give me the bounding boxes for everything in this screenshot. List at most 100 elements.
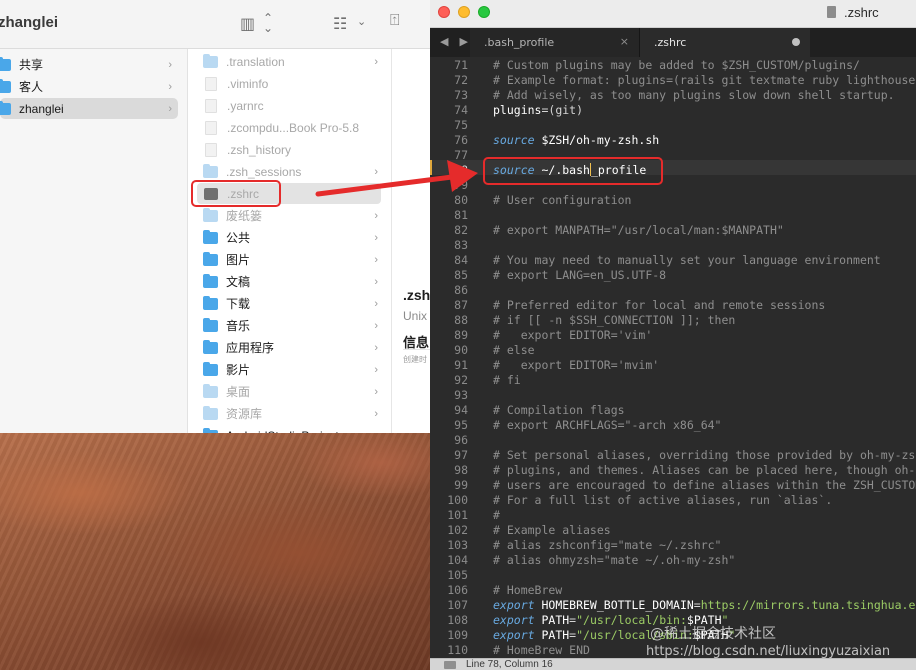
code-line[interactable]: # Example aliases (493, 523, 611, 538)
chevron-right-icon: › (374, 231, 378, 244)
chevron-right-icon: › (374, 297, 378, 310)
code-line[interactable]: # Compilation flags (493, 403, 625, 418)
tab-label: .bash_profile (484, 36, 555, 49)
code-line[interactable]: # export EDITOR='mvim' (493, 358, 659, 373)
line-number: 77 (454, 148, 468, 162)
line-number: 76 (454, 133, 468, 147)
file-list-item[interactable]: .zcompdu...Book Pro-5.8 (203, 117, 392, 138)
code-line[interactable]: # Custom plugins may be added to $ZSH_CU… (493, 58, 860, 73)
code-line[interactable]: # export LANG=en_US.UTF-8 (493, 268, 666, 283)
code-token: # HomeBrew END (493, 643, 590, 657)
code-line[interactable]: export HOMEBREW_BOTTLE_DOMAIN=https://mi… (493, 598, 916, 613)
chevron-down-icon[interactable]: ⌄ (357, 15, 366, 28)
code-line[interactable]: # HomeBrew END (493, 643, 590, 658)
line-number: 101 (447, 508, 468, 522)
code-editor[interactable]: 71 # Custom plugins may be added to $ZSH_… (430, 57, 916, 658)
line-number: 93 (454, 388, 468, 402)
file-name-label: 废纸篓 (226, 209, 263, 223)
column-view-icon[interactable]: ▥ (240, 14, 255, 34)
line-number: 98 (454, 463, 468, 477)
chevron-right-icon: › (374, 407, 378, 420)
code-line[interactable]: # Preferred editor for local and remote … (493, 298, 825, 313)
code-token: =(git) (541, 103, 584, 117)
tab-zshrc[interactable]: .zshrc (640, 28, 810, 57)
code-token: # users are encouraged to define aliases… (493, 478, 916, 492)
file-list-item[interactable]: .zsh_history (203, 139, 392, 160)
line-number: 75 (454, 118, 468, 132)
file-list-item[interactable]: 桌面 › (203, 381, 392, 402)
line-number: 100 (447, 493, 468, 507)
code-line[interactable]: # alias ohmyzsh="mate ~/.oh-my-zsh" (493, 553, 735, 568)
close-window-button[interactable] (438, 6, 450, 18)
chevron-right-icon: › (168, 80, 172, 93)
code-token: # plugins, and themes. Aliases can be pl… (493, 463, 916, 477)
close-icon[interactable]: × (620, 35, 629, 48)
sidebar-item[interactable]: 共享 › (0, 54, 188, 75)
code-line[interactable]: export PATH="/usr/local/bin:$PATH" (493, 613, 728, 628)
code-line[interactable]: # if [[ -n $SSH_CONNECTION ]]; then (493, 313, 735, 328)
file-list-item[interactable]: 图片 › (203, 249, 392, 270)
chevron-right-icon: › (374, 165, 378, 178)
file-list-item[interactable]: .viminfo (203, 73, 392, 94)
file-list-item[interactable]: 文稿 › (203, 271, 392, 292)
code-line[interactable]: # Example format: plugins=(rails git tex… (493, 73, 916, 88)
file-list-item[interactable]: 下载 › (203, 293, 392, 314)
file-list-item[interactable]: 音乐 › (203, 315, 392, 336)
share-icon[interactable]: ⍐ (390, 12, 400, 30)
code-line[interactable]: # Set personal aliases, overriding those… (493, 448, 916, 463)
code-line[interactable]: # For a full list of active aliases, run… (493, 493, 832, 508)
tab-navigation-arrows-icon[interactable]: ◀ ▶ (440, 35, 472, 48)
code-token: source (493, 133, 535, 147)
file-list-item[interactable]: .translation › (203, 51, 392, 72)
code-line[interactable]: # User configuration (493, 193, 631, 208)
panel-toggle-icon[interactable] (444, 661, 456, 669)
file-list-item[interactable]: 资源库 › (203, 403, 392, 424)
file-list-item[interactable]: 公共 › (203, 227, 392, 248)
code-line[interactable]: source $ZSH/oh-my-zsh.sh (493, 133, 659, 148)
finder-sidebar-column: 共享 › 客人 › zhanglei › (0, 49, 188, 433)
code-line[interactable]: # alias zshconfig="mate ~/.zshrc" (493, 538, 721, 553)
code-line[interactable]: # HomeBrew (493, 583, 562, 598)
file-name-label: 应用程序 (226, 341, 275, 355)
code-line[interactable]: # else (493, 343, 535, 358)
sidebar-item-label: zhanglei (19, 101, 64, 116)
file-list-item[interactable]: 影片 › (203, 359, 392, 380)
file-list-item[interactable]: AndroidStudioProject › (203, 425, 392, 433)
code-line[interactable]: # You may need to manually set your lang… (493, 253, 881, 268)
finder-toolbar: zhanglei ▥ ⌃ ⌄ ☷ ⌄ ⍐ (0, 0, 430, 49)
view-switch-chevrons-icon[interactable]: ⌃ ⌄ (263, 12, 273, 34)
file-list-item[interactable]: .yarnrc (203, 95, 392, 116)
minimize-window-button[interactable] (458, 6, 470, 18)
file-list-item[interactable]: .zsh_sessions › (203, 161, 392, 182)
line-number: 94 (454, 403, 468, 417)
code-line[interactable]: # (493, 508, 500, 523)
sidebar-item[interactable]: zhanglei › (0, 98, 178, 119)
maximize-window-button[interactable] (478, 6, 490, 18)
code-line[interactable]: # fi (493, 373, 521, 388)
tab-bash-profile[interactable]: .bash_profile × (470, 28, 640, 57)
code-line[interactable]: # Add wisely, as too many plugins slow d… (493, 88, 895, 103)
file-list-item[interactable]: 废纸篓 › (203, 205, 392, 226)
file-name-label: 影片 (226, 363, 251, 377)
unsaved-dot-icon[interactable] (792, 38, 800, 46)
file-list-item[interactable]: 应用程序 › (203, 337, 392, 358)
code-line[interactable]: # export ARCHFLAGS="-arch x86_64" (493, 418, 721, 433)
code-token: "/usr/local/bin: (576, 613, 687, 627)
line-number: 107 (447, 598, 468, 612)
code-line[interactable]: # plugins, and themes. Aliases can be pl… (493, 463, 916, 478)
code-line[interactable]: export PATH="/usr/local/sbin:$PATH" (493, 628, 735, 643)
folder-icon (203, 317, 218, 332)
sidebar-item[interactable]: 客人 › (0, 76, 188, 97)
code-token: https://mirrors.tuna.tsinghua.edu.cn/hom… (700, 598, 916, 612)
code-token: # alias zshconfig="mate ~/.zshrc" (493, 538, 722, 552)
chevron-right-icon: › (374, 341, 378, 354)
sidebar-item-label: 客人 (19, 80, 44, 94)
code-token: " (728, 628, 736, 642)
code-line[interactable]: plugins=(git) (493, 103, 583, 118)
code-line[interactable]: # users are encouraged to define aliases… (493, 478, 916, 493)
preview-created-label: 创建时 (403, 355, 427, 364)
group-by-icon[interactable]: ☷ (333, 14, 347, 34)
folder-icon (203, 207, 218, 222)
code-line[interactable]: # export MANPATH="/usr/local/man:$MANPAT… (493, 223, 784, 238)
code-line[interactable]: # export EDITOR='vim' (493, 328, 652, 343)
